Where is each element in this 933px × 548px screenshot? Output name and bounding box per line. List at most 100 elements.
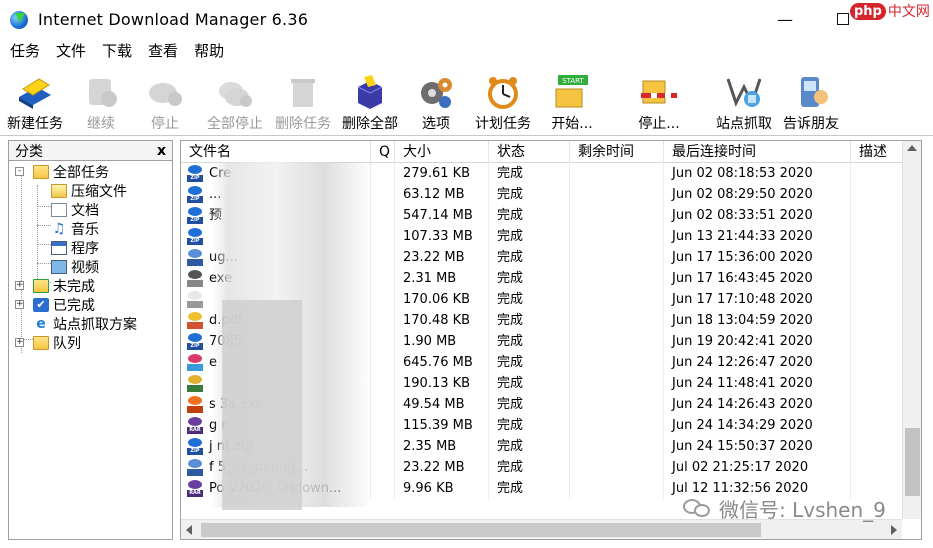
category-unfinished[interactable]: + 未完成 [15, 276, 95, 295]
cell-left [570, 310, 664, 331]
cell-status: 完成 [489, 184, 570, 205]
doc-file-icon [187, 291, 203, 308]
column-time-left[interactable]: 剩余时间 [570, 141, 664, 163]
column-last-try[interactable]: 最后连接时间 [664, 141, 851, 163]
category-label: 视频 [71, 259, 99, 276]
category-finished[interactable]: + ✔ 已完成 [15, 295, 95, 314]
cell-status: 完成 [489, 352, 570, 373]
cell-left [570, 394, 664, 415]
options-button[interactable]: 选项 [414, 67, 458, 133]
tell-friend-label: 告诉朋友 [783, 116, 839, 132]
column-filename[interactable]: 文件名 [181, 141, 371, 163]
category-queues[interactable]: + 队列 [15, 333, 81, 352]
scheduler-label: 计划任务 [475, 116, 531, 132]
cell-desc [851, 163, 903, 184]
document-icon [51, 202, 67, 217]
category-site-grabber-projects[interactable]: e 站点抓取方案 [33, 314, 137, 333]
expand-finished-icon[interactable]: + [15, 300, 24, 309]
video-icon [51, 259, 67, 274]
cell-q [371, 436, 395, 457]
php-watermark: php 中文网 [850, 0, 930, 22]
category-all-tasks[interactable]: - 全部任务 [15, 162, 109, 181]
minimize-button[interactable]: — [770, 6, 800, 32]
cell-left [570, 226, 664, 247]
scroll-left-icon[interactable] [186, 525, 192, 535]
zip-file-icon: ZIP [187, 438, 203, 455]
cell-status: 完成 [489, 247, 570, 268]
cell-left [570, 268, 664, 289]
delete-all-button[interactable]: 删除全部 [337, 67, 403, 133]
stop-button[interactable]: 停止 [140, 67, 190, 133]
scroll-up-icon[interactable] [907, 145, 917, 151]
cell-size: 2.35 MB [395, 436, 489, 457]
resume-icon [81, 73, 121, 111]
cell-last: Jun 19 20:42:41 2020 [664, 331, 851, 352]
cell-left [570, 331, 664, 352]
cell-q [371, 331, 395, 352]
cell-size: 645.76 MB [395, 352, 489, 373]
category-archives[interactable]: 压缩文件 [51, 181, 127, 200]
new-task-button[interactable]: 新建任务 [4, 67, 66, 133]
column-queue[interactable]: Q [371, 141, 395, 163]
category-documents[interactable]: 文档 [51, 200, 99, 219]
delete-task-button[interactable]: 删除任务 [270, 67, 336, 133]
tell-friend-icon [791, 73, 831, 111]
cell-last: Jun 24 14:26:43 2020 [664, 394, 851, 415]
zip-file-icon: ZIP [187, 165, 203, 182]
unfinished-folder-icon [33, 278, 49, 293]
collapse-all-tasks-icon[interactable]: - [15, 167, 24, 176]
menu-help[interactable]: 帮助 [192, 39, 226, 62]
start-queue-label: 开始... [551, 116, 593, 132]
setup-file-icon [187, 396, 203, 413]
category-programs[interactable]: 程序 [51, 238, 99, 257]
scheduler-button[interactable]: 计划任务 [470, 67, 536, 133]
column-status[interactable]: 状态 [489, 141, 570, 163]
cell-size: 49.54 MB [395, 394, 489, 415]
horizontal-scroll-thumb[interactable] [201, 523, 761, 537]
column-description[interactable]: 描述 [851, 141, 903, 163]
expand-unfinished-icon[interactable]: + [15, 281, 24, 290]
cell-last: Jun 18 13:04:59 2020 [664, 310, 851, 331]
stop-all-icon [215, 73, 255, 111]
exe-file-icon [187, 459, 203, 476]
ie-globe-icon: e [36, 315, 46, 332]
category-label: 音乐 [71, 221, 99, 238]
cell-left [570, 205, 664, 226]
category-music[interactable]: ♫ 音乐 [51, 219, 99, 238]
zip-file-icon: ZIP [187, 333, 203, 350]
cell-left [570, 163, 664, 184]
category-close-icon[interactable]: x [157, 143, 166, 159]
category-label: 压缩文件 [71, 183, 127, 200]
menu-download[interactable]: 下载 [100, 39, 134, 62]
site-grabber-icon [724, 73, 764, 111]
menu-view[interactable]: 查看 [146, 39, 180, 62]
minimize-icon: — [777, 9, 793, 29]
cell-desc [851, 373, 903, 394]
cell-q [371, 268, 395, 289]
menu-task[interactable]: 任务 [8, 39, 42, 62]
cell-size: 1.90 MB [395, 331, 489, 352]
start-queue-button[interactable]: START 开始... [547, 67, 597, 133]
cell-q [371, 205, 395, 226]
resume-button[interactable]: 继续 [76, 67, 126, 133]
vertical-scrollbar[interactable] [902, 141, 921, 519]
menu-file[interactable]: 文件 [54, 39, 88, 62]
tell-friend-button[interactable]: 告诉朋友 [778, 67, 844, 133]
cell-last: Jun 24 15:50:37 2020 [664, 436, 851, 457]
cell-last: Jun 02 08:18:53 2020 [664, 163, 851, 184]
stop-queue-button[interactable]: 停止... [634, 67, 684, 133]
site-grabber-button[interactable]: 站点抓取 [711, 67, 777, 133]
stop-all-button[interactable]: 全部停止 [202, 67, 268, 133]
cell-left [570, 184, 664, 205]
category-label: 文档 [71, 202, 99, 219]
zip-file-icon: ZIP [187, 228, 203, 245]
expand-queues-icon[interactable]: + [15, 338, 24, 347]
vertical-scroll-thumb[interactable] [905, 428, 920, 496]
column-size[interactable]: 大小 [395, 141, 489, 163]
scroll-right-icon[interactable] [891, 525, 897, 535]
menu-bar: 任务 文件 下载 查看 帮助 [0, 38, 933, 63]
category-video[interactable]: 视频 [51, 257, 99, 276]
category-label: 程序 [71, 240, 99, 257]
cell-last: Jun 17 15:36:00 2020 [664, 247, 851, 268]
cell-left [570, 415, 664, 436]
